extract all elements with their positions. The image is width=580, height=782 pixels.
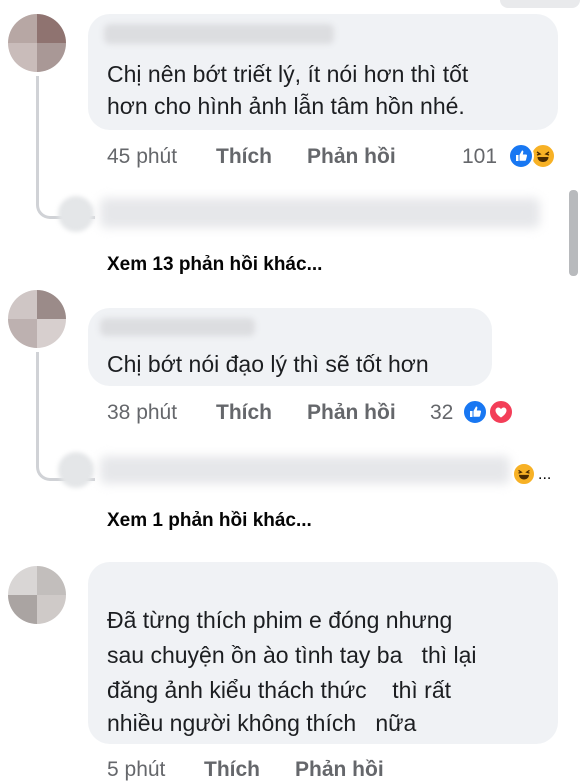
like-button[interactable]: Thích [216, 145, 272, 169]
comment-text-line: sau chuyện ồn ào tình tay ba thì lại [107, 642, 477, 668]
like-button[interactable]: Thích [216, 401, 272, 425]
view-more-replies[interactable]: Xem 13 phản hồi khác... [107, 254, 322, 276]
avatar[interactable] [8, 566, 66, 624]
avatar[interactable] [58, 196, 94, 232]
reply-thread-line [36, 76, 95, 219]
like-icon [462, 399, 488, 425]
top-edge-element [500, 0, 580, 8]
avatar[interactable] [58, 452, 94, 488]
commenter-name[interactable] [100, 318, 255, 336]
comment-text-line: Đã từng thích phim e đóng nhưng [107, 607, 453, 633]
reply-button[interactable]: Phản hồi [307, 145, 396, 169]
comment-text-line: hơn cho hình ảnh lẫn tâm hồn nhé. [107, 93, 465, 119]
comment-time[interactable]: 5 phút [107, 758, 165, 782]
reply-button[interactable]: Phản hồi [307, 401, 396, 425]
reply-button[interactable]: Phản hồi [295, 758, 384, 782]
avatar[interactable] [8, 290, 66, 348]
haha-icon [512, 462, 536, 486]
comment-text-line: đăng ảnh kiểu thách thức thì rất [107, 677, 452, 703]
comment-text-line: Chị nên bớt triết lý, ít nói hơn thì tốt [107, 61, 469, 87]
reply-preview[interactable] [100, 198, 540, 228]
comment-time[interactable]: 38 phút [107, 401, 177, 425]
scrollbar[interactable] [569, 190, 578, 276]
comment-text-line: Chị bớt nói đạo lý thì sẽ tốt hơn [107, 351, 429, 377]
commenter-name[interactable] [104, 24, 334, 44]
reaction-count[interactable]: 32 [430, 401, 453, 425]
reaction-count[interactable]: 101 [462, 145, 497, 169]
avatar[interactable] [8, 14, 66, 72]
comment-time[interactable]: 45 phút [107, 145, 177, 169]
view-more-replies[interactable]: Xem 1 phản hồi khác... [107, 510, 312, 532]
reply-preview-ellipsis: ... [538, 466, 552, 483]
love-icon [488, 399, 514, 425]
like-button[interactable]: Thích [204, 758, 260, 782]
like-icon [508, 143, 534, 169]
reply-preview[interactable] [100, 456, 510, 484]
comment-text-line: nhiều người không thích nữa [107, 710, 417, 736]
